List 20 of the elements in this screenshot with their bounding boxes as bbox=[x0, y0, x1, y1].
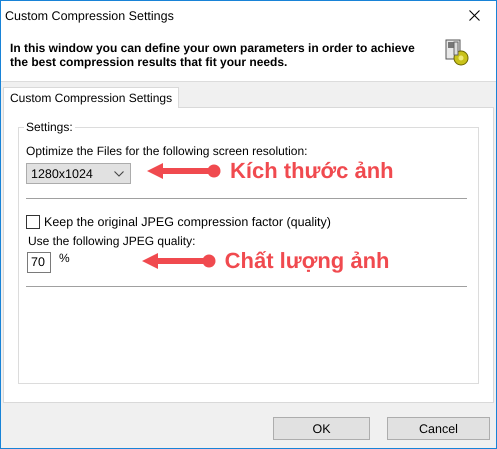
close-icon bbox=[468, 10, 480, 21]
quality-input[interactable]: 70 bbox=[27, 252, 51, 272]
annotation-label: Chất lượng ảnh bbox=[224, 248, 390, 274]
field-label: Use the following JPEG quality: bbox=[28, 234, 196, 248]
checkbox[interactable] bbox=[26, 215, 40, 229]
header-description: In this window you can define your own parameters in order to achieve the best compression results that fit your needs. bbox=[10, 41, 415, 71]
gear-document-icon bbox=[445, 39, 471, 67]
checkbox-label: Keep the original JPEG compression factor (quality) bbox=[44, 215, 331, 229]
dialog-button[interactable]: OK bbox=[273, 417, 370, 440]
resolution-dropdown[interactable]: 1280x1024 bbox=[26, 163, 131, 184]
unit-label: % bbox=[59, 251, 70, 265]
chevron-down-icon bbox=[114, 170, 124, 176]
arrow-icon bbox=[147, 163, 221, 179]
group-legend: Settings: bbox=[24, 120, 75, 134]
dialog-button[interactable]: Cancel bbox=[387, 417, 490, 440]
arrow-icon bbox=[142, 253, 216, 269]
tab[interactable]: Custom Compression Settings bbox=[3, 87, 180, 108]
window-title: Custom Compression Settings bbox=[5, 8, 174, 22]
field-label: Optimize the Files for the following screen resolution: bbox=[26, 144, 308, 158]
annotation-label: Kích thước ảnh bbox=[230, 158, 394, 184]
